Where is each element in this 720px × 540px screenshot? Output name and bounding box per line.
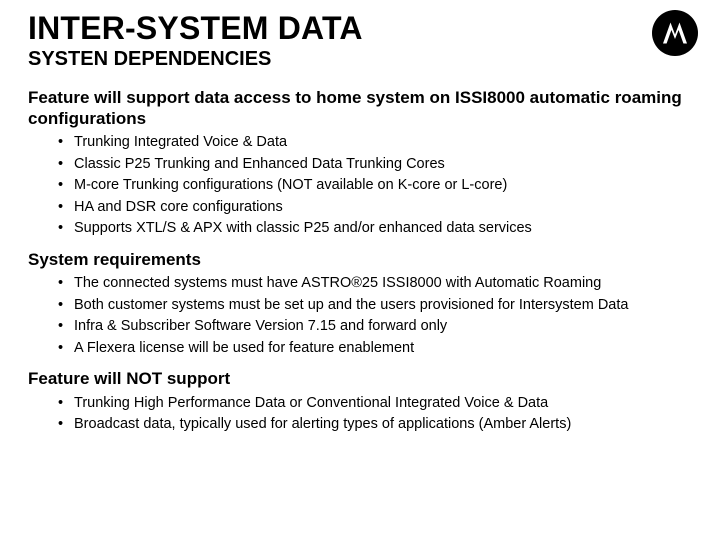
bullet-list-notsupport: Trunking High Performance Data or Conven… <box>28 394 692 435</box>
list-item: HA and DSR core configurations <box>28 198 692 218</box>
bullet-list-support: Trunking Integrated Voice & Data Classic… <box>28 133 692 239</box>
list-item: The connected systems must have ASTRO®25… <box>28 274 692 294</box>
list-item: A Flexera license will be used for featu… <box>28 339 692 359</box>
section-heading-notsupport: Feature will NOT support <box>28 368 692 389</box>
list-item: Broadcast data, typically used for alert… <box>28 415 692 435</box>
motorola-icon <box>660 18 690 48</box>
list-item: Both customer systems must be set up and… <box>28 296 692 316</box>
bullet-list-requirements: The connected systems must have ASTRO®25… <box>28 274 692 358</box>
list-item: Trunking High Performance Data or Conven… <box>28 394 692 414</box>
page-title: INTER-SYSTEM DATA <box>28 12 692 46</box>
section-heading-support: Feature will support data access to home… <box>28 87 692 130</box>
section-heading-requirements: System requirements <box>28 249 692 270</box>
list-item: Supports XTL/S & APX with classic P25 an… <box>28 219 692 239</box>
list-item: Trunking Integrated Voice & Data <box>28 133 692 153</box>
page-subtitle: SYSTEN DEPENDENCIES <box>28 48 692 71</box>
brand-logo <box>652 10 698 56</box>
list-item: Infra & Subscriber Software Version 7.15… <box>28 317 692 337</box>
list-item: M-core Trunking configurations (NOT avai… <box>28 176 692 196</box>
list-item: Classic P25 Trunking and Enhanced Data T… <box>28 155 692 175</box>
